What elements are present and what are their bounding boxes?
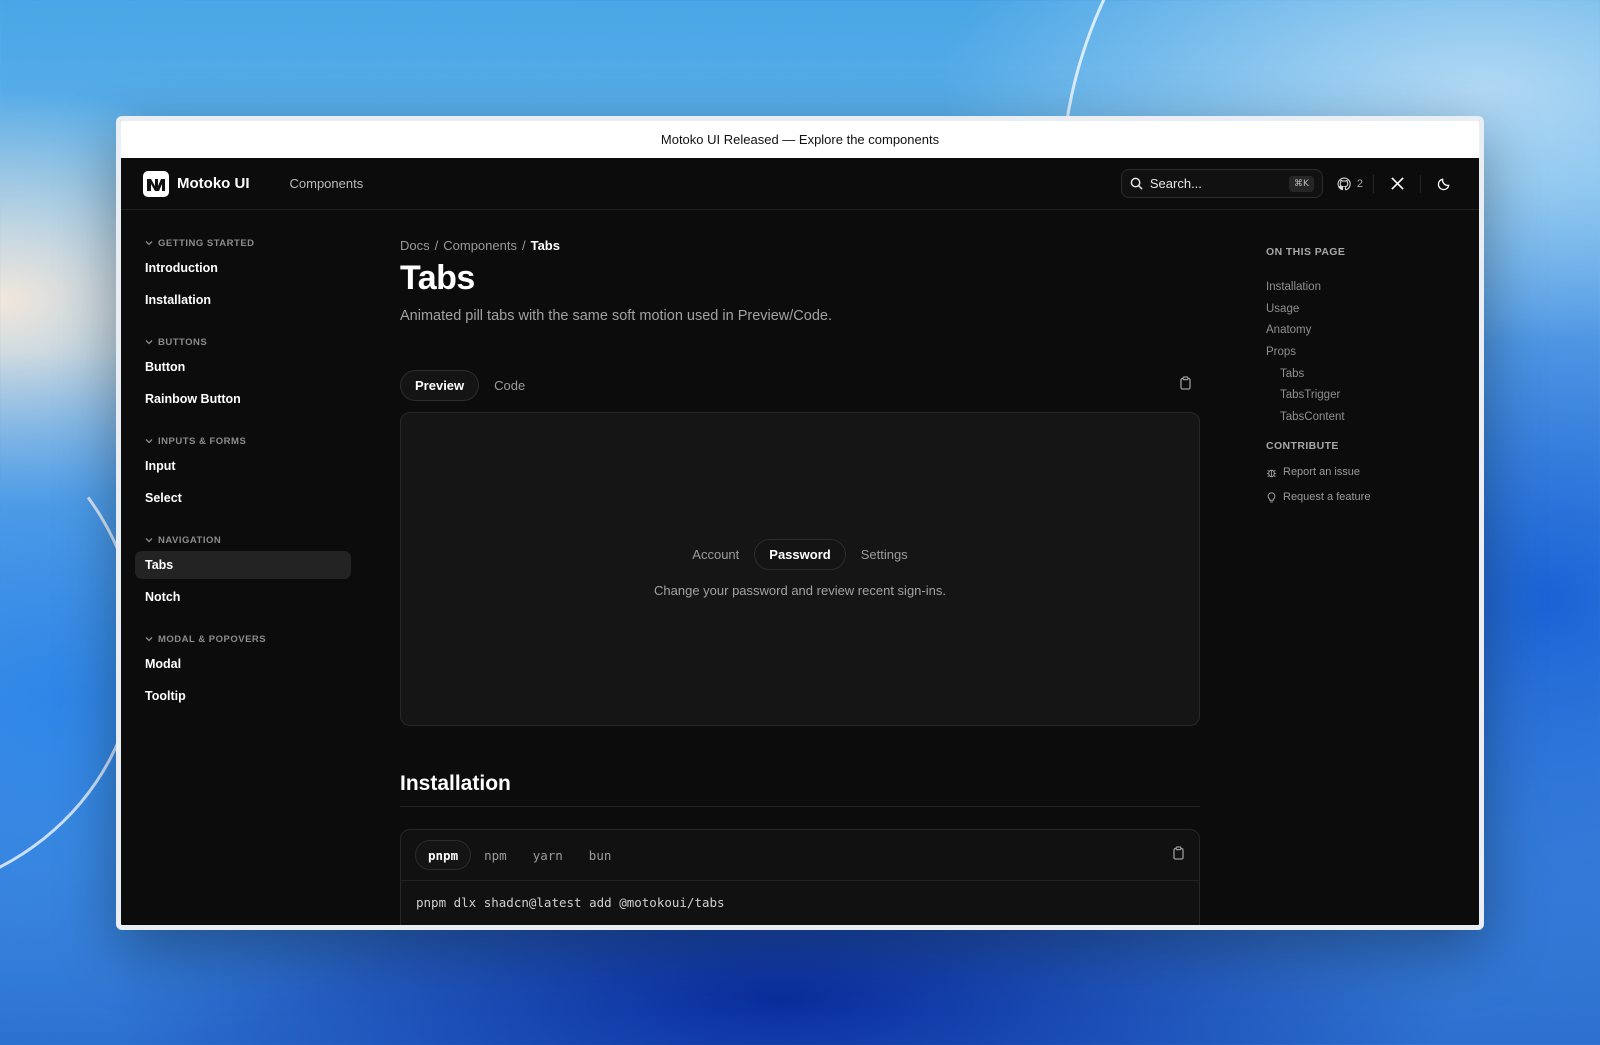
sidebar-item-select[interactable]: Select [135,484,351,512]
nav-link-components[interactable]: Components [290,176,364,191]
announcement-bar[interactable]: Motoko UI Released — Explore the compone… [121,121,1479,158]
divider [1420,174,1421,193]
demo-tabs: Account Password Settings [401,539,1199,570]
clipboard-icon [1180,375,1191,390]
demo-tab-account[interactable]: Account [677,539,754,570]
demo-tab-content: Change your password and review recent s… [654,583,946,598]
sidebar-section-navigation[interactable]: NAVIGATION [135,533,351,547]
browser-window: Motoko UI Released — Explore the compone… [116,116,1484,930]
sidebar-section-title: MODAL & POPOVERS [158,633,267,645]
brand-name: Motoko UI [177,175,250,192]
toc-item-usage[interactable]: Usage [1266,298,1446,320]
sidebar-section-title: GETTING STARTED [158,237,255,249]
sidebar-item-installation[interactable]: Installation [135,286,351,314]
theme-toggle-button[interactable] [1431,171,1457,197]
preview-code-tabs: Preview Code [400,369,1200,401]
sidebar-section-getting-started[interactable]: GETTING STARTED [135,236,351,250]
search-icon [1130,177,1143,190]
request-feature-label: Request a feature [1283,491,1371,504]
tab-pnpm[interactable]: pnpm [415,840,472,870]
divider [1373,174,1374,193]
top-navigation: Motoko UI Components Search... ⌘K 2 [121,158,1479,210]
toc-item-anatomy[interactable]: Anatomy [1266,319,1446,341]
announcement-text: Motoko UI Released — Explore the compone… [660,132,940,147]
chevron-down-icon [145,637,153,642]
breadcrumb-separator: / [521,238,526,253]
toc-item-props[interactable]: Props [1266,341,1446,363]
github-link[interactable]: 2 [1337,177,1363,191]
install-command[interactable]: pnpm dlx shadcn@latest add @motokoui/tab… [401,881,1199,924]
breadcrumb: Docs / Components / Tabs [400,238,1200,253]
tab-bun[interactable]: bun [576,840,625,870]
sidebar-section-modal-popovers[interactable]: MODAL & POPOVERS [135,632,351,646]
search-shortcut: ⌘K [1288,175,1314,192]
toc-item-tabscontent[interactable]: TabsContent [1266,406,1446,428]
chevron-down-icon [145,439,153,444]
sidebar-item-tooltip[interactable]: Tooltip [135,682,351,710]
toc-item-installation[interactable]: Installation [1266,276,1446,298]
table-of-contents: ON THIS PAGE Installation Usage Anatomy … [1266,246,1446,510]
demo-tab-password[interactable]: Password [754,539,846,570]
clipboard-icon [1173,845,1184,860]
sidebar-section-title: INPUTS & FORMS [158,435,247,447]
sidebar-item-input[interactable]: Input [135,452,351,480]
component-preview: Account Password Settings Change your pa… [400,412,1200,726]
chevron-down-icon [145,340,153,345]
sidebar-section-title: BUTTONS [158,336,208,348]
sidebar-section-buttons[interactable]: BUTTONS [135,335,351,349]
chevron-down-icon [145,241,153,246]
x-link[interactable] [1384,171,1410,197]
lightbulb-icon [1267,492,1276,503]
installation-heading: Installation [400,772,1200,807]
logo-icon [143,170,169,197]
tab-yarn[interactable]: yarn [520,840,576,870]
sidebar-item-rainbow-button[interactable]: Rainbow Button [135,385,351,413]
chevron-down-icon [145,538,153,543]
brand-link[interactable]: Motoko UI [143,170,250,197]
github-count: 2 [1356,177,1363,190]
copy-button[interactable] [1179,375,1192,395]
sidebar-item-notch[interactable]: Notch [135,583,351,611]
github-icon [1337,177,1351,190]
breadcrumb-docs[interactable]: Docs [400,238,430,253]
package-manager-tabs: pnpm npm yarn bun [401,830,1199,881]
tab-npm[interactable]: npm [471,840,520,870]
sidebar-section-title: NAVIGATION [158,534,222,546]
breadcrumb-components[interactable]: Components [443,238,517,253]
sidebar-section-inputs-forms[interactable]: INPUTS & FORMS [135,434,351,448]
copy-command-button[interactable] [1172,845,1185,865]
x-icon [1390,177,1404,190]
search-input[interactable]: Search... ⌘K [1120,169,1323,198]
toc-heading: ON THIS PAGE [1266,246,1346,258]
toc-item-tabstrigger[interactable]: TabsTrigger [1266,384,1446,406]
breadcrumb-current: Tabs [530,238,560,253]
request-feature-link[interactable]: Request a feature [1266,485,1446,510]
sidebar: GETTING STARTED Introduction Installatio… [135,236,351,710]
breadcrumb-separator: / [434,238,439,253]
tab-preview[interactable]: Preview [400,369,480,401]
tab-code[interactable]: Code [479,370,540,401]
bug-icon [1266,469,1277,478]
sidebar-item-tabs[interactable]: Tabs [135,551,351,579]
main-content: Docs / Components / Tabs Tabs Animated p… [400,238,1200,925]
moon-icon [1437,178,1450,190]
page-title: Tabs [400,259,475,297]
report-issue-label: Report an issue [1283,466,1361,479]
contribute-heading: CONTRIBUTE [1266,439,1339,452]
install-code-block: pnpm npm yarn bun pnpm dlx shadcn@latest… [400,829,1200,925]
demo-tab-settings[interactable]: Settings [846,539,923,570]
sidebar-item-modal[interactable]: Modal [135,650,351,678]
search-placeholder: Search... [1149,176,1202,191]
page-subtitle: Animated pill tabs with the same soft mo… [400,308,832,324]
toc-item-tabs[interactable]: Tabs [1266,363,1446,385]
report-issue-link[interactable]: Report an issue [1266,460,1446,485]
sidebar-item-introduction[interactable]: Introduction [135,254,351,282]
sidebar-item-button[interactable]: Button [135,353,351,381]
